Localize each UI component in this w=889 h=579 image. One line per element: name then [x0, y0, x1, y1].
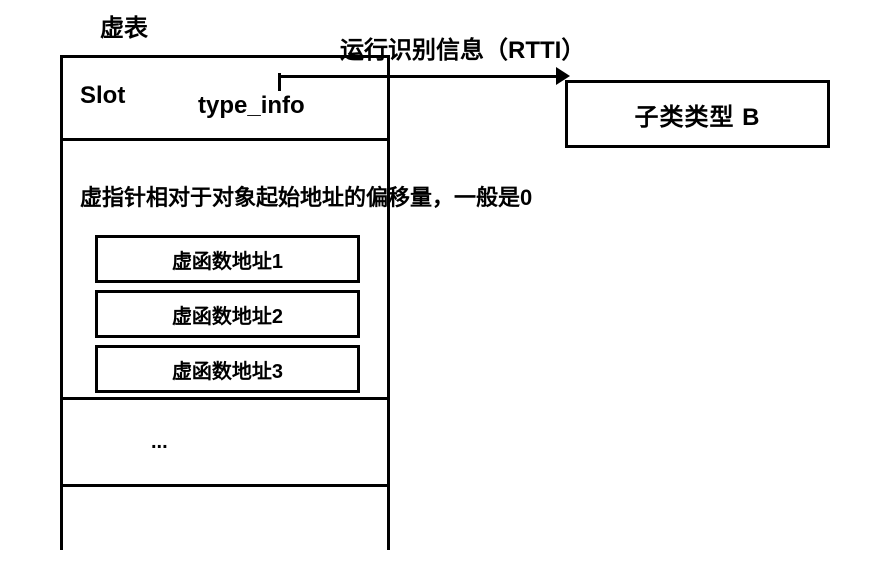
subclass-type-box: 子类类型 B	[565, 80, 830, 148]
pointer-arrow-line	[280, 75, 565, 78]
vfunc-row-2: 虚函数地址2	[95, 290, 360, 338]
vfunc-row-3: 虚函数地址3	[95, 345, 360, 393]
vtable-title: 虚表	[100, 8, 148, 43]
vfunc-ellipsis: ...	[63, 397, 387, 487]
typeinfo-label: type_info	[198, 92, 305, 120]
offset-description: 虚指针相对于对象起始地址的偏移量，一般是0	[80, 180, 532, 212]
vfunc-row-1: 虚函数地址1	[95, 235, 360, 283]
slot-label: Slot	[80, 82, 125, 110]
